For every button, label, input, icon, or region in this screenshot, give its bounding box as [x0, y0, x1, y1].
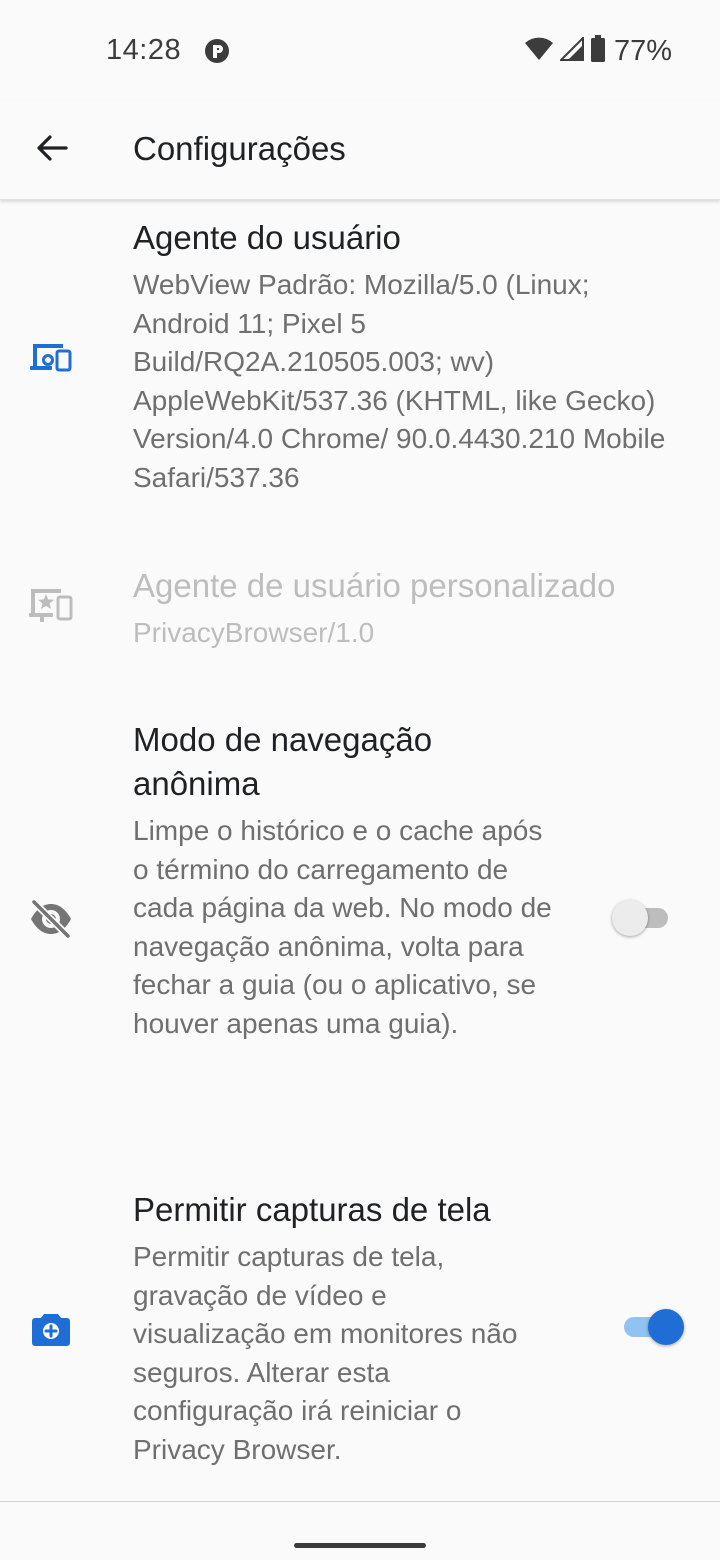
- page-title: Configurações: [133, 130, 346, 167]
- pref-title: Agente de usuário personalizado: [133, 567, 616, 604]
- gesture-nav-handle[interactable]: [294, 1543, 426, 1548]
- devices-icon: [28, 334, 74, 380]
- battery-percentage: 77%: [613, 34, 672, 67]
- pref-title: Modo de navegação anônima: [133, 721, 433, 802]
- app-bar: Configurações: [0, 100, 720, 200]
- status-bar: 14:28 77%: [0, 0, 720, 100]
- pref-title: Permitir capturas de tela: [133, 1191, 491, 1228]
- cell-signal-icon: [558, 35, 584, 66]
- status-icons: 77%: [524, 34, 672, 68]
- switch-thumb: [612, 900, 648, 936]
- pref-summary: Limpe o histórico e o cache após o térmi…: [133, 815, 552, 1039]
- status-time: 14:28: [106, 34, 182, 66]
- pref-allow-screenshots[interactable]: Permitir capturas de tela Permitir captu…: [0, 1170, 720, 1480]
- pref-summary: Permitir capturas de tela, gravação de v…: [133, 1241, 518, 1465]
- arrow-back-icon: [36, 134, 68, 167]
- pref-incognito-mode[interactable]: Modo de navegação anônima Limpe o histór…: [0, 700, 720, 1140]
- pref-custom-user-agent: Agente de usuário personalizado PrivacyB…: [0, 550, 720, 670]
- pref-summary: PrivacyBrowser/1.0: [133, 617, 375, 648]
- pref-summary: WebView Padrão: Mozilla/5.0 (Linux; Andr…: [133, 269, 666, 493]
- custom-devices-icon: [28, 582, 74, 628]
- bottom-divider: [0, 1501, 720, 1502]
- allow-screenshots-switch[interactable]: [612, 1307, 684, 1347]
- data-saver-icon: [204, 38, 230, 64]
- camera-icon: [28, 1306, 74, 1352]
- pref-user-agent[interactable]: Agente do usuário WebView Padrão: Mozill…: [0, 200, 720, 530]
- pref-title: Agente do usuário: [133, 219, 401, 256]
- visibility-off-icon: [28, 896, 74, 942]
- switch-thumb: [648, 1309, 684, 1345]
- battery-icon: [590, 34, 606, 68]
- back-button[interactable]: [20, 122, 84, 178]
- wifi-icon: [524, 37, 554, 66]
- incognito-mode-switch[interactable]: [612, 898, 672, 938]
